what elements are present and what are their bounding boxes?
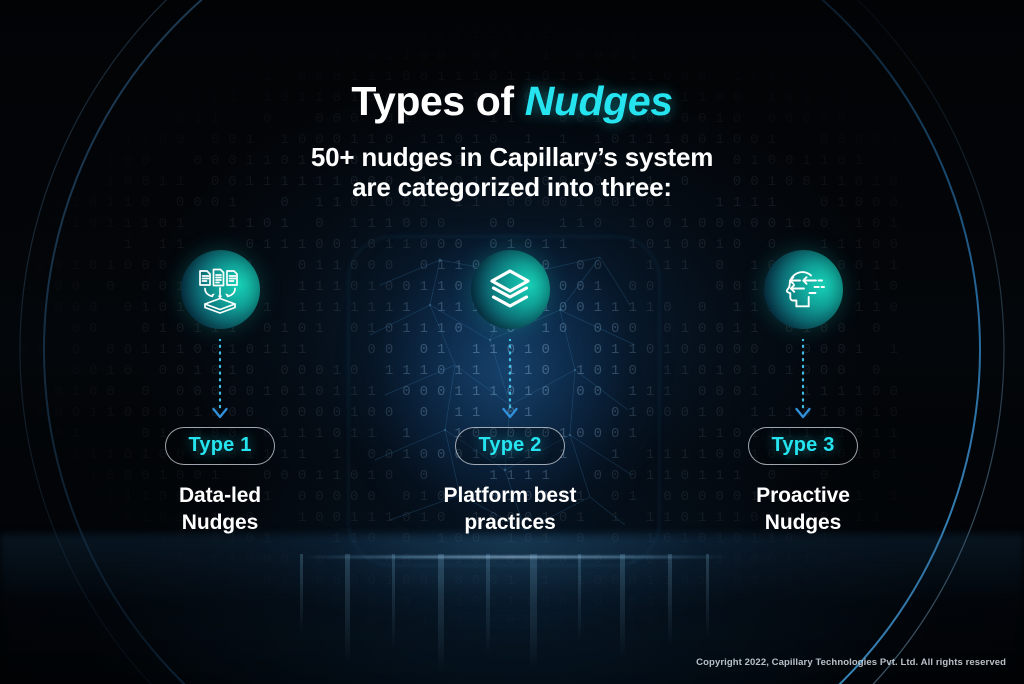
head-profile-arrows-icon: [763, 250, 843, 329]
nudge-type-column-3: Type 3 Proactive Nudges: [673, 250, 933, 536]
copyright-text: Copyright 2022, Capillary Technologies P…: [696, 657, 1006, 668]
badge-type-1[interactable]: Type 1: [165, 427, 275, 465]
caption-type-2: Platform best practices: [380, 482, 640, 536]
documents-into-stack-icon: [180, 250, 260, 329]
caption-type-3: Proactive Nudges: [673, 482, 933, 536]
nudge-type-column-2: Type 2 Platform best practices: [380, 250, 640, 536]
title-plain-text: Types of: [351, 78, 525, 124]
caption-line-2: Nudges: [181, 511, 259, 534]
caption-line-2: practices: [464, 511, 556, 534]
dotted-down-arrow-3: [673, 329, 933, 427]
dotted-down-arrow-2: [380, 329, 640, 427]
dotted-down-arrow-1: [90, 329, 350, 427]
caption-line-2: Nudges: [764, 511, 842, 534]
floor-highlight-line: [300, 556, 730, 558]
caption-line-1: Platform best: [443, 484, 577, 507]
nudge-type-column-1: Type 1 Data-led Nudges: [90, 250, 350, 536]
stacked-layers-icon: [470, 250, 550, 329]
badge-type-2[interactable]: Type 2: [455, 427, 565, 465]
caption-line-1: Proactive: [756, 484, 850, 507]
page-title: Types of Nudges: [0, 78, 1024, 125]
caption-line-1: Data-led: [178, 484, 262, 507]
slide-canvas: 0110 11 10011100 0011 011100 0111 0110 0…: [0, 0, 1024, 684]
badge-type-3[interactable]: Type 3: [748, 427, 858, 465]
subtitle-line-1: 50+ nudges in Capillary’s system: [310, 142, 714, 172]
caption-type-1: Data-led Nudges: [90, 482, 350, 536]
page-subtitle: 50+ nudges in Capillary’s system are cat…: [0, 142, 1024, 202]
subtitle-line-2: are categorized into three:: [352, 172, 672, 202]
title-accent-text: Nudges: [524, 78, 673, 124]
